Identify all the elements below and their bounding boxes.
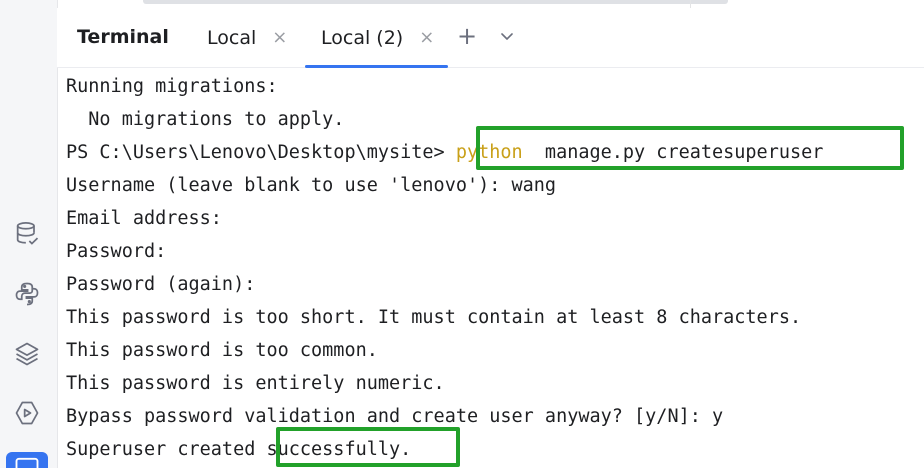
command-python: python <box>455 142 523 163</box>
terminal-line: Running migrations: <box>66 76 278 97</box>
terminal-line: Password: <box>66 241 167 262</box>
terminal-output[interactable]: Running migrations: No migrations to app… <box>66 70 823 466</box>
top-scrollbar[interactable] <box>57 0 924 8</box>
tab-local-2[interactable]: Local (2) × <box>304 8 449 68</box>
chevron-down-icon[interactable] <box>493 22 521 50</box>
divider <box>690 0 691 8</box>
terminal-prompt-line: PS C:\Users\Lenovo\Desktop\mysite> pytho… <box>66 136 823 169</box>
close-icon[interactable]: × <box>419 27 434 48</box>
command-args: manage.py createsuperuser <box>522 142 824 163</box>
terminal-line: This password is too common. <box>66 340 378 361</box>
layers-icon[interactable] <box>12 339 42 369</box>
plus-icon[interactable]: + <box>453 22 481 50</box>
terminal-line: Username (leave blank to use 'lenovo'): … <box>66 175 557 196</box>
terminal-line: Password (again): <box>66 274 256 295</box>
terminal-success-line: Superuser created successfully. <box>66 433 823 466</box>
tab-label: Local <box>207 26 257 49</box>
terminal-line: Bypass password validation and create us… <box>66 406 724 427</box>
close-icon[interactable]: × <box>272 27 287 48</box>
run-icon[interactable] <box>12 398 42 428</box>
prompt-path: PS C:\Users\Lenovo\Desktop\mysite> <box>66 142 456 163</box>
terminal-line: This password is entirely numeric. <box>66 373 445 394</box>
success-prefix: Superuser created <box>66 439 267 460</box>
tab-label: Local (2) <box>321 26 404 49</box>
terminal-icon[interactable] <box>6 452 48 468</box>
tool-window-strip <box>0 0 58 468</box>
success-word: successfully. <box>266 439 412 460</box>
scrollbar-thumb[interactable] <box>143 0 728 4</box>
terminal-line: This password is too short. It must cont… <box>66 307 802 328</box>
terminal-title: Terminal <box>77 26 169 48</box>
python-icon[interactable] <box>12 279 42 309</box>
terminal-line: No migrations to apply. <box>66 109 345 130</box>
terminal-tab-bar: Terminal Local × Local (2) × + <box>57 8 924 68</box>
terminal-line: Email address: <box>66 208 222 229</box>
database-icon[interactable] <box>12 219 42 249</box>
tab-local[interactable]: Local × <box>207 8 287 67</box>
